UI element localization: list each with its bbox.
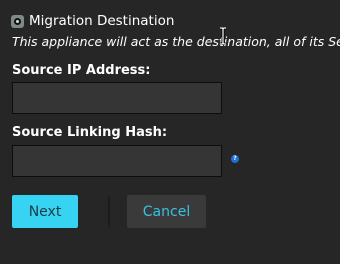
next-button[interactable]: Next: [12, 195, 78, 228]
radio-selected-dot: [14, 17, 21, 25]
text-cursor-icon: [220, 27, 226, 45]
migration-destination-option[interactable]: Migration Destination: [11, 12, 174, 30]
source-hash-label: Source Linking Hash:: [12, 125, 168, 140]
source-hash-input[interactable]: [12, 145, 222, 177]
cancel-button[interactable]: Cancel: [127, 195, 206, 228]
source-ip-input[interactable]: [12, 82, 222, 114]
source-ip-label: Source IP Address:: [12, 63, 151, 78]
help-question-icon[interactable]: ?: [231, 155, 239, 163]
option-description: This appliance will act as the destinati…: [12, 34, 340, 49]
button-divider: [108, 196, 110, 227]
migration-destination-radio[interactable]: [11, 14, 24, 28]
migration-destination-label: Migration Destination: [29, 13, 175, 29]
